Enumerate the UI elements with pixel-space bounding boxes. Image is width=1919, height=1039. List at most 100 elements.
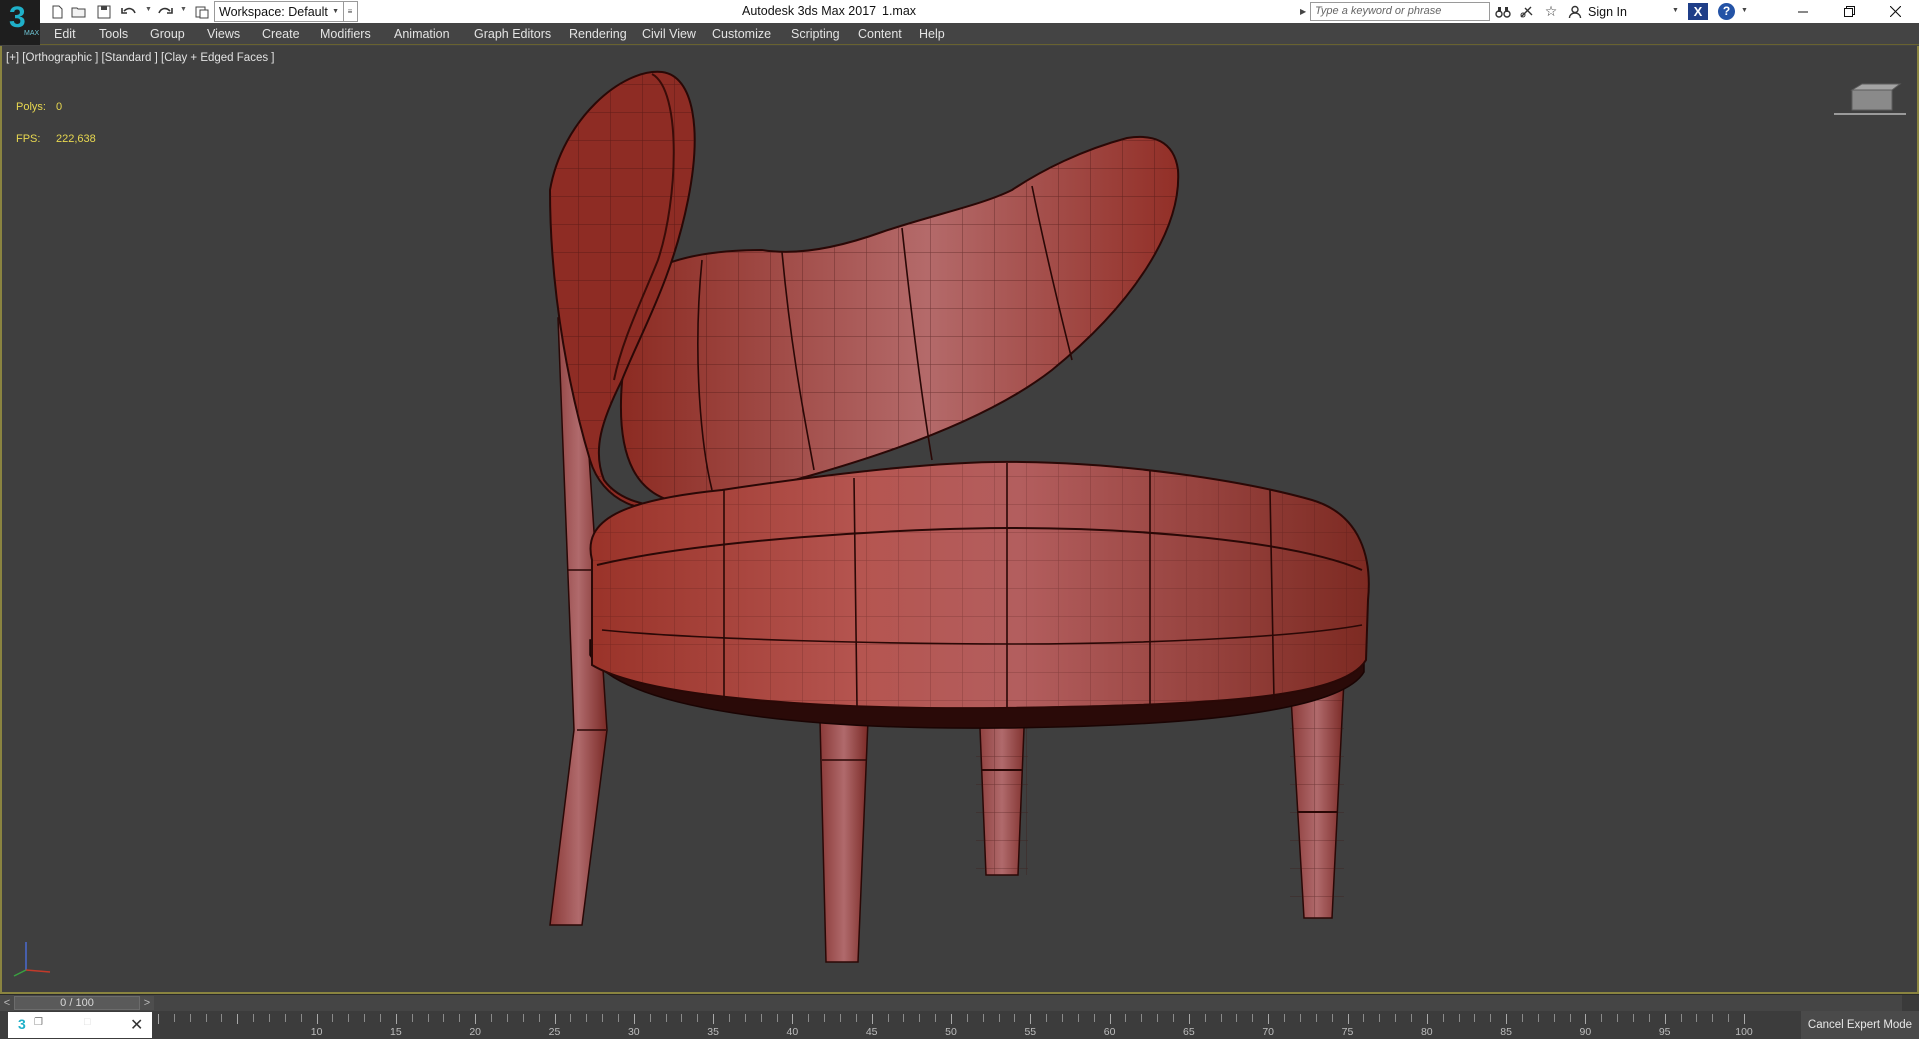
menu-help[interactable]: Help [919, 27, 945, 41]
timeline-tick [1395, 1014, 1397, 1022]
timeline-tick-label: 80 [1420, 1026, 1433, 1038]
axis-tripod-icon [13, 942, 51, 977]
close-icon[interactable] [1872, 0, 1918, 23]
menu-scripting[interactable]: Scripting [791, 27, 840, 41]
time-slider-thumb[interactable]: 0 / 100 [14, 996, 140, 1010]
timeline-tick [1077, 1014, 1079, 1022]
time-slider: < 0 / 100 > [0, 994, 1919, 1011]
timeline-tick-label: 15 [390, 1026, 402, 1038]
open-file-icon[interactable] [70, 3, 88, 20]
timeline-tick-label: 95 [1658, 1026, 1671, 1038]
maxscript-mini-listener[interactable]: 3 ❐ □ ✕ [8, 1012, 152, 1038]
next-frame-button[interactable]: > [140, 996, 154, 1010]
sign-in-dropdown-icon[interactable]: ▼ [1672, 7, 1679, 14]
timeline-tick [1553, 1014, 1555, 1022]
timeline-tick [871, 1014, 873, 1024]
timeline-tick [1617, 1014, 1619, 1022]
viewcube-icon[interactable] [1830, 82, 1910, 122]
menu-tools[interactable]: Tools [99, 27, 128, 41]
exchange-icon[interactable]: X [1688, 3, 1708, 20]
chair-backrest [619, 135, 1180, 507]
timeline-tick [1141, 1014, 1143, 1022]
timeline-tick [1315, 1014, 1317, 1022]
timeline-tick [1506, 1014, 1508, 1024]
perspective-viewport[interactable]: [+] [Orthographic ] [Standard ] [Clay + … [0, 46, 1919, 994]
timeline-tick [554, 1014, 556, 1024]
app-logo-icon[interactable]: 3 MAX [0, 0, 40, 45]
redo-icon[interactable] [156, 3, 174, 20]
new-file-icon[interactable] [48, 3, 66, 20]
chair-leg-back-right [819, 719, 869, 963]
search-expand-icon[interactable]: ▶ [1300, 7, 1306, 16]
menu-create[interactable]: Create [262, 27, 300, 41]
binoculars-icon[interactable] [1494, 3, 1512, 20]
undo-icon[interactable] [120, 3, 138, 20]
user-icon[interactable] [1566, 3, 1584, 20]
timeline-tick-label: 25 [548, 1026, 561, 1038]
previous-frame-button[interactable]: < [0, 995, 14, 1011]
timeline-tick-label: 10 [310, 1026, 323, 1038]
timeline-tick [237, 1014, 239, 1024]
timeline-tick [808, 1014, 810, 1022]
timeline-tick [919, 1014, 921, 1022]
menu-group[interactable]: Group [150, 27, 185, 41]
timeline-tick [982, 1014, 984, 1022]
timeline-tick [427, 1014, 429, 1022]
timeline-tick [935, 1014, 937, 1022]
timeline-tick [284, 1014, 286, 1022]
chair-model[interactable] [2, 46, 1917, 992]
timeline-tick [522, 1014, 524, 1022]
close-icon[interactable]: ✕ [130, 1015, 143, 1035]
timeline-tick [443, 1014, 445, 1022]
menu-edit[interactable]: Edit [54, 27, 76, 41]
timeline-tick [1284, 1014, 1286, 1022]
timeline-tick [792, 1014, 794, 1024]
menu-customize[interactable]: Customize [712, 27, 771, 41]
restore-icon[interactable] [1826, 0, 1872, 23]
redo-dropdown-icon[interactable]: ▼ [180, 6, 187, 13]
undo-dropdown-icon[interactable]: ▼ [145, 6, 152, 13]
time-slider-track[interactable] [14, 995, 1902, 1011]
timeline-tick [1252, 1014, 1254, 1022]
chair-seat [589, 460, 1370, 710]
timeline-tick [316, 1014, 318, 1024]
timeline-tick [189, 1014, 191, 1022]
help-dropdown-icon[interactable]: ▼ [1741, 7, 1748, 14]
timeline-tick [602, 1014, 604, 1022]
project-folder-icon[interactable] [193, 3, 211, 20]
timeline-tick [1188, 1014, 1190, 1024]
workspace-options-icon[interactable]: ≡ [343, 1, 358, 22]
minimize-icon[interactable] [1780, 0, 1826, 23]
menu-civil-view[interactable]: Civil View [642, 27, 696, 41]
restore-icon[interactable]: ❐ [34, 1017, 43, 1028]
title-bar: 3 MAX ▼ ▼ Workspace: Default ▼ ≡ Autodes… [0, 0, 1919, 45]
menu-views[interactable]: Views [207, 27, 240, 41]
cancel-expert-mode-button[interactable]: Cancel Expert Mode [1801, 1011, 1919, 1039]
menu-content[interactable]: Content [858, 27, 902, 41]
menu-animation[interactable]: Animation [394, 27, 450, 41]
timeline-tick [1474, 1014, 1476, 1022]
timeline-tick [617, 1014, 619, 1022]
menu-graph-editors[interactable]: Graph Editors [474, 27, 551, 41]
timeline-tick-label: 60 [1103, 1026, 1116, 1038]
timeline-tick-label: 90 [1579, 1026, 1592, 1038]
timeline-tick [1664, 1014, 1666, 1024]
menu-rendering[interactable]: Rendering [569, 27, 627, 41]
satellite-icon[interactable] [1518, 3, 1536, 20]
search-input[interactable]: Type a keyword or phrase [1310, 2, 1490, 21]
timeline-tick [713, 1014, 715, 1024]
timeline-tick [887, 1014, 889, 1022]
menu-modifiers[interactable]: Modifiers [320, 27, 371, 41]
timeline-ruler[interactable]: 10 15 20 25 30 35 40 45 50 55 60 65 70 75 80 85 90 95 100 [158, 1011, 1753, 1039]
timeline-tick [1173, 1014, 1175, 1022]
timeline-tick [839, 1014, 841, 1022]
app-title: Autodesk 3ds Max 2017 [742, 4, 877, 18]
workspace-dropdown[interactable]: Workspace: Default ▼ [214, 1, 344, 22]
menu-bar: Edit Tools Group Views Create Modifiers … [0, 23, 1919, 45]
sign-in-button[interactable]: Sign In [1588, 5, 1627, 19]
timeline-tick-label: 100 [1735, 1026, 1753, 1038]
save-icon[interactable] [95, 3, 113, 20]
timeline-tick [380, 1014, 382, 1022]
star-icon[interactable]: ☆ [1542, 3, 1560, 20]
help-icon[interactable]: ? [1718, 3, 1735, 20]
